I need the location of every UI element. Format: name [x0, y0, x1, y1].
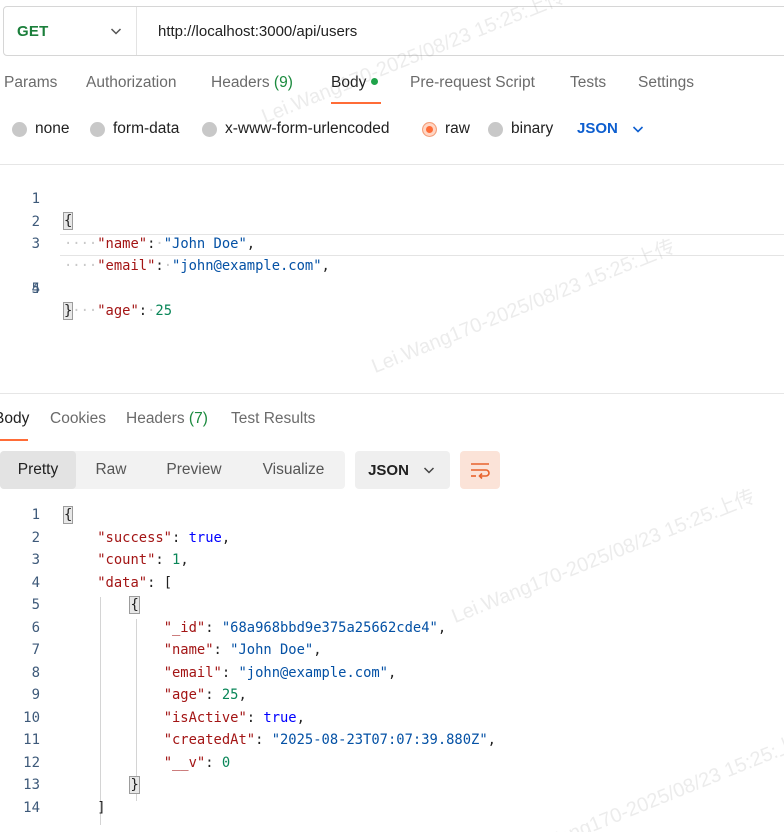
radio-raw-label: raw: [445, 120, 470, 137]
response-body-viewer[interactable]: 1{ 2 "success": true, 3 "count": 1, 4 "d…: [0, 504, 784, 830]
radio-circle: [202, 121, 217, 137]
radio-form-data[interactable]: form-data: [90, 120, 179, 138]
headers-count: (9): [273, 74, 293, 91]
json-key: "email": [163, 665, 222, 681]
line-number: 5: [31, 597, 40, 613]
chevron-down-icon: [110, 28, 122, 35]
tab-test-results[interactable]: Test Results: [231, 410, 315, 428]
view-preview[interactable]: Preview: [146, 451, 242, 489]
json-number: 1: [172, 552, 181, 568]
radio-binary-label: binary: [511, 120, 554, 137]
json-key: "createdAt": [163, 732, 256, 748]
line-number: 1: [31, 507, 40, 523]
line-number: 10: [23, 710, 40, 726]
view-raw[interactable]: Raw: [76, 451, 146, 489]
radio-raw[interactable]: raw: [422, 120, 470, 138]
radio-circle: [488, 121, 503, 137]
radio-urlencoded[interactable]: x-www-form-urlencoded: [202, 120, 390, 138]
json-number: 0: [221, 755, 231, 771]
wrap-lines-button[interactable]: [460, 451, 500, 489]
tab-body[interactable]: Body: [331, 74, 379, 92]
brace: }: [129, 776, 140, 794]
line-number: 7: [31, 642, 40, 658]
tab-settings[interactable]: Settings: [638, 74, 694, 92]
radio-urlencoded-label: x-www-form-urlencoded: [225, 120, 390, 137]
json-string: "2025-08-23T07:07:39.880Z": [271, 732, 488, 748]
current-line-highlight: [60, 234, 784, 256]
json-key: "count": [97, 552, 156, 568]
line-number: 11: [23, 732, 40, 748]
json-key: "age": [163, 687, 206, 703]
tab-headers[interactable]: Headers (9): [211, 74, 293, 92]
brace: {: [129, 596, 140, 614]
tab-response-headers-label: Headers: [126, 410, 185, 427]
url-input[interactable]: [137, 22, 737, 40]
json-number: 25: [221, 687, 239, 703]
json-boolean: true: [263, 710, 297, 726]
json-key: "success": [97, 530, 172, 546]
chevron-down-icon: [632, 125, 643, 133]
line-number: 14: [23, 800, 40, 816]
body-language-select[interactable]: JSON: [577, 120, 646, 137]
view-mode-toggle: Pretty Raw Preview Visualize: [0, 451, 345, 489]
brace: {: [62, 506, 74, 524]
divider: [0, 393, 784, 394]
request-body-editor[interactable]: 1 { 2 ····"name":·"John Doe", 3 ····"ema…: [0, 166, 784, 391]
json-key: "age": [97, 303, 139, 319]
json-key: "isActive": [163, 710, 247, 726]
tab-headers-label: Headers: [211, 74, 270, 91]
radio-circle: [90, 121, 105, 137]
json-key: "data": [97, 575, 148, 591]
line-number: 5: [31, 281, 40, 297]
array-close: ]: [97, 800, 106, 816]
json-key: "_id": [163, 620, 206, 636]
active-tab-indicator: [0, 439, 28, 441]
json-string: "john@example.com": [238, 665, 388, 681]
tab-params[interactable]: Params: [4, 74, 57, 92]
response-headers-count: (7): [188, 410, 208, 427]
radio-circle-selected: [422, 121, 437, 137]
body-language-label: JSON: [577, 120, 618, 137]
json-boolean: true: [188, 530, 222, 546]
line-number: 12: [23, 755, 40, 771]
line-number: 9: [31, 687, 40, 703]
radio-none[interactable]: none: [12, 120, 69, 138]
json-key: "name": [163, 642, 214, 658]
method-label: GET: [17, 22, 49, 40]
radio-none-label: none: [35, 120, 70, 137]
line-number: 6: [31, 620, 40, 636]
url-bar: GET: [3, 6, 784, 56]
line-number: 13: [23, 777, 40, 793]
radio-binary[interactable]: binary: [488, 120, 553, 138]
chevron-down-icon: [423, 467, 434, 474]
tab-tests[interactable]: Tests: [570, 74, 606, 92]
response-format-label: JSON: [368, 461, 409, 479]
brace: }: [62, 302, 74, 320]
wrap-lines-icon: [471, 463, 490, 480]
array-open: [: [163, 575, 173, 591]
method-select[interactable]: GET: [4, 7, 137, 55]
tab-body-label: Body: [331, 74, 367, 91]
tab-cookies[interactable]: Cookies: [50, 410, 106, 428]
view-pretty[interactable]: Pretty: [0, 451, 76, 489]
line-number: 3: [31, 552, 40, 568]
json-string: "John Doe": [230, 642, 314, 658]
tab-authorization[interactable]: Authorization: [86, 74, 176, 92]
line-number: 4: [31, 575, 40, 591]
line-number: 2: [31, 530, 40, 546]
json-number: 25: [155, 303, 173, 319]
active-tab-indicator: [331, 102, 381, 104]
radio-circle: [12, 121, 27, 137]
tab-response-body[interactable]: Body: [0, 410, 29, 428]
tab-prerequest-script[interactable]: Pre-request Script: [410, 74, 535, 92]
json-string: "68a968bbd9e375a25662cde4": [221, 620, 438, 636]
radio-form-data-label: form-data: [113, 120, 180, 137]
divider: [0, 164, 784, 165]
tab-response-headers[interactable]: Headers (7): [126, 410, 208, 428]
view-visualize[interactable]: Visualize: [242, 451, 345, 489]
body-modified-dot: [371, 78, 379, 85]
line-number: 8: [31, 665, 40, 681]
json-key: "__v": [163, 755, 206, 771]
response-format-select[interactable]: JSON: [355, 451, 450, 489]
